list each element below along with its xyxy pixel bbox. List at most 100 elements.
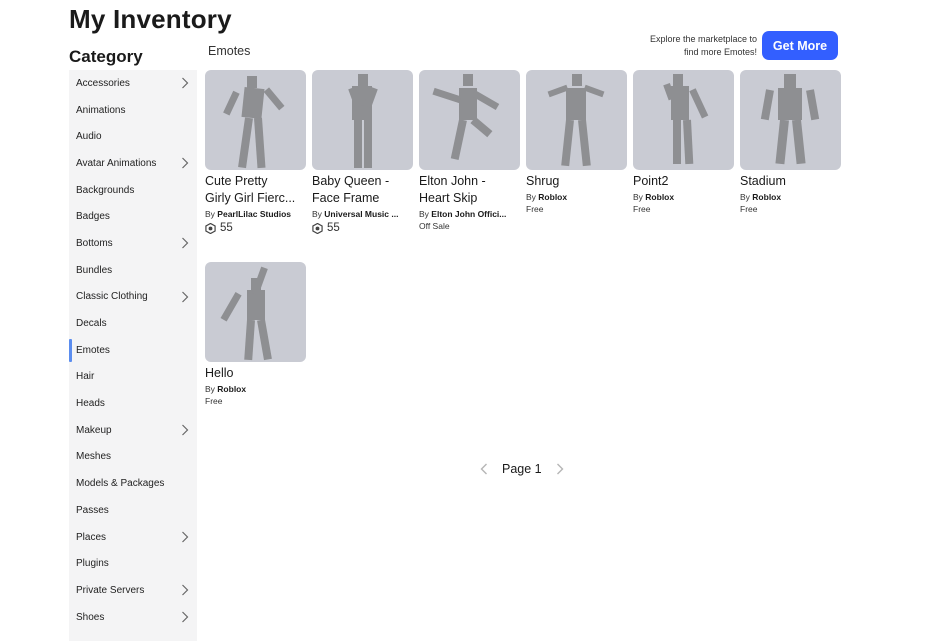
sidebar-item-accessories[interactable]: Accessories [69,70,197,97]
sidebar-item-classic-clothing[interactable]: Classic Clothing [69,284,197,311]
price-value: Free [633,204,651,214]
get-more-button[interactable]: Get More [762,31,838,60]
item-creator: By Roblox [205,384,306,394]
page-label: Page 1 [502,462,542,476]
sidebar-item-badges[interactable]: Badges [69,203,197,230]
item-thumbnail[interactable] [740,70,841,170]
sidebar-item-backgrounds[interactable]: Backgrounds [69,177,197,204]
item-card[interactable]: Shrug By Roblox Free [526,70,627,214]
item-price: Free [205,396,306,406]
item-name[interactable]: Shrug [526,173,627,190]
item-card[interactable]: Stadium By Roblox Free [740,70,841,214]
item-name[interactable]: Cute Pretty Girly Girl Fierc... [205,173,306,207]
sidebar-item-label: Models & Packages [76,478,165,490]
sidebar-item-bundles[interactable]: Bundles [69,257,197,284]
item-thumbnail[interactable] [526,70,627,170]
item-name[interactable]: Baby Queen - Face Frame [312,173,413,207]
creator-name[interactable]: Universal Music ... [324,209,398,219]
promo-text: Explore the marketplace to find more Emo… [620,33,757,58]
item-thumbnail[interactable] [205,262,306,362]
sidebar-item-label: Shoes [76,611,105,623]
item-card[interactable]: Cute Pretty Girly Girl Fierc... By PearlL… [205,70,306,234]
sidebar-item-label: Meshes [76,451,112,463]
section-title: Emotes [208,44,251,58]
item-price: Free [633,204,734,214]
item-creator: By PearlLilac Studios [205,209,306,219]
sidebar-item-bottoms[interactable]: Bottoms [69,230,197,257]
item-thumbnail[interactable] [633,70,734,170]
item-card[interactable]: Elton John - Heart Skip By Elton John Off… [419,70,520,231]
sidebar-item-makeup[interactable]: Makeup [69,417,197,444]
creator-prefix: By [419,209,429,219]
chevron-right-icon [181,584,191,596]
item-name[interactable]: Elton John - Heart Skip [419,173,520,207]
creator-name[interactable]: Roblox [752,192,781,202]
page-title: My Inventory [69,4,232,34]
item-name[interactable]: Point2 [633,173,734,190]
sidebar-item-heads[interactable]: Heads [69,390,197,417]
sidebar-item-label: Audio [76,131,102,143]
sidebar-item-label: Badges [76,211,110,223]
sidebar-item-models-packages[interactable]: Models & Packages [69,470,197,497]
price-value: Off Sale [419,221,450,231]
price-value: 55 [327,222,340,234]
item-name[interactable]: Stadium [740,173,841,190]
item-thumbnail[interactable] [419,70,520,170]
sidebar-item-label: Heads [76,398,105,410]
sidebar-item-emotes[interactable]: Emotes [69,337,197,364]
creator-name[interactable]: Roblox [645,192,674,202]
next-page-icon[interactable] [554,462,566,476]
item-price: 55 [205,222,306,234]
item-thumbnail[interactable] [312,70,413,170]
sidebar-item-label: Private Servers [76,584,145,596]
chevron-right-icon [181,157,191,169]
category-heading: Category [69,47,143,66]
creator-name[interactable]: Roblox [538,192,567,202]
sidebar-item-label: Classic Clothing [76,291,148,303]
creator-name[interactable]: Roblox [217,384,246,394]
sidebar-item-places[interactable]: Places [69,524,197,551]
item-creator: By Roblox [633,192,734,202]
sidebar-item-label: Bundles [76,264,113,276]
robux-icon [205,222,216,234]
creator-name[interactable]: PearlLilac Studios [217,209,291,219]
chevron-right-icon [181,291,191,303]
sidebar-item-label: Bottoms [76,237,113,249]
sidebar-item-meshes[interactable]: Meshes [69,444,197,471]
category-sidebar: Accessories Animations Audio Avatar Animati… [69,70,197,641]
sidebar-item-passes[interactable]: Passes [69,497,197,524]
creator-prefix: By [526,192,536,202]
sidebar-item-label: Hair [76,371,95,383]
item-card[interactable]: Baby Queen - Face Frame By Universal Musi… [312,70,413,234]
item-price: Off Sale [419,221,520,231]
creator-prefix: By [633,192,643,202]
price-value: Free [740,204,758,214]
sidebar-item-label: Backgrounds [76,184,135,196]
item-card[interactable]: Hello By Roblox Free [205,262,306,406]
sidebar-item-hair[interactable]: Hair [69,364,197,391]
prev-page-icon[interactable] [478,462,490,476]
creator-name[interactable]: Elton John Offici... [431,209,506,219]
price-value: Free [526,204,544,214]
sidebar-item-audio[interactable]: Audio [69,123,197,150]
sidebar-item-avatar-animations[interactable]: Avatar Animations [69,150,197,177]
chevron-right-icon [181,77,191,89]
item-card[interactable]: Point2 By Roblox Free [633,70,734,214]
item-thumbnail[interactable] [205,70,306,170]
promo-line-1: Explore the marketplace to [649,34,757,44]
item-name[interactable]: Hello [205,365,306,382]
creator-prefix: By [740,192,750,202]
sidebar-item-animations[interactable]: Animations [69,97,197,124]
chevron-right-icon [181,424,191,436]
sidebar-item-plugins[interactable]: Plugins [69,550,197,577]
sidebar-item-label: Plugins [76,558,109,570]
sidebar-item-decals[interactable]: Decals [69,310,197,337]
sidebar-item-shoes[interactable]: Shoes [69,604,197,631]
promo-line-2: find more Emotes! [683,46,757,57]
sidebar-item-private-servers[interactable]: Private Servers [69,577,197,604]
item-creator: By Universal Music ... [312,209,413,219]
chevron-right-icon [181,237,191,249]
chevron-right-icon [181,531,191,543]
sidebar-item-label: Animations [76,104,126,116]
item-price: Free [526,204,627,214]
